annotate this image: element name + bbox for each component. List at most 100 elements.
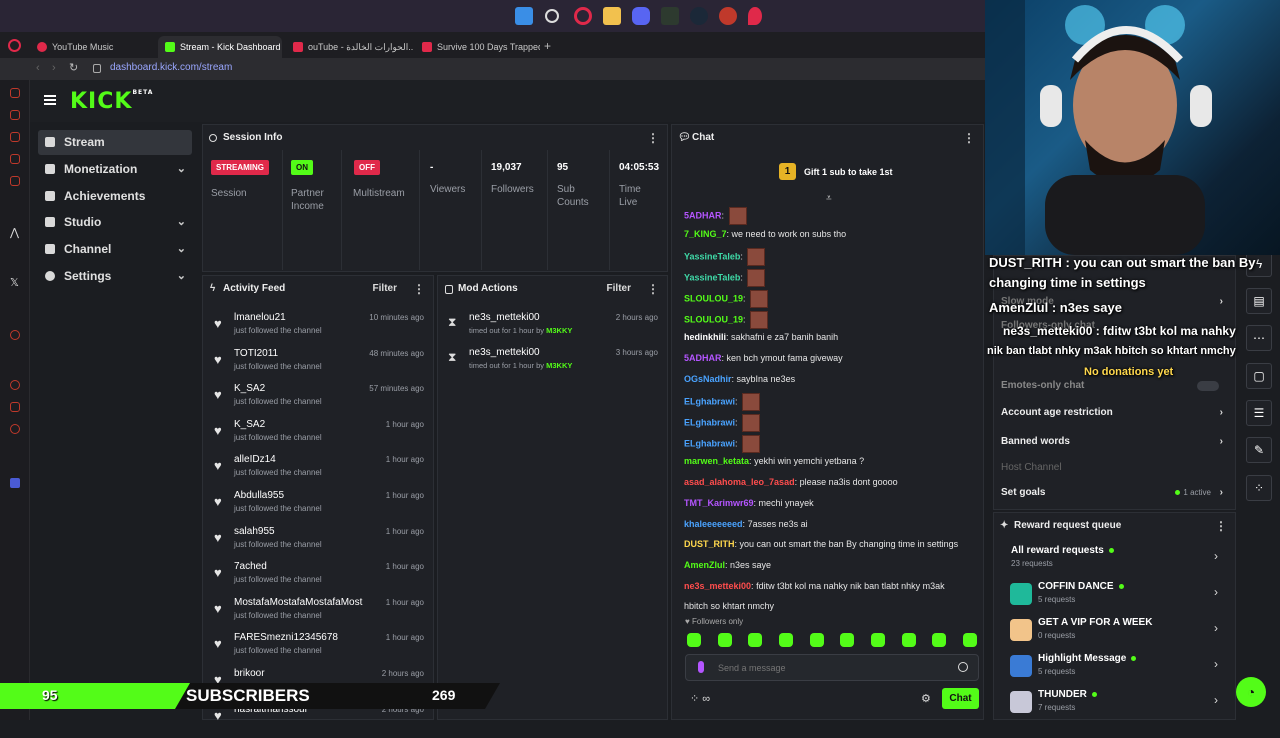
chat-username[interactable]: YassineTaleb <box>684 252 740 262</box>
x-icon[interactable]: 𝕏 <box>10 276 19 289</box>
follower-name[interactable]: K_SA2 <box>234 383 265 394</box>
sidebar-tool-icon[interactable]: ▤ <box>1246 288 1272 314</box>
emote-icon[interactable] <box>902 633 916 647</box>
chat-username[interactable]: ELghabrawi <box>684 397 735 407</box>
follower-name[interactable]: FARESmezni12345678 <box>234 632 338 643</box>
emote-icon[interactable] <box>687 633 701 647</box>
chat-message-input[interactable] <box>718 659 948 676</box>
reward-item[interactable]: COFFIN DANCE 5 requests › <box>1010 579 1224 613</box>
chat-username[interactable]: AmenZlul <box>684 560 725 570</box>
sidebar-app-icon[interactable] <box>10 88 20 98</box>
chat-username[interactable]: 7_KING_7 <box>684 229 727 239</box>
more-options-icon[interactable]: ⋮ <box>647 125 659 151</box>
set-goals-row[interactable]: Set goals 1 active › <box>1001 487 1227 498</box>
new-tab-button[interactable]: + <box>544 39 551 53</box>
moderated-user[interactable]: ne3s_metteki00 <box>469 312 540 323</box>
opera-menu-icon[interactable] <box>8 39 21 52</box>
chat-settings-icon[interactable]: ⚙ <box>921 692 931 705</box>
chat-points-icon[interactable]: ⁘ ∞ <box>690 692 710 705</box>
chat-username[interactable]: DUST_RITH <box>684 539 735 549</box>
mod-filter-button[interactable]: Filter <box>607 276 631 302</box>
tab-youtube-music[interactable]: YouTube Music <box>30 36 155 58</box>
sidebar-tool-icon[interactable]: ⋯ <box>1246 325 1272 351</box>
more-options-icon[interactable]: ⋮ <box>647 276 659 302</box>
follower-name[interactable]: 7ached <box>234 561 267 572</box>
reward-item[interactable]: GET A VIP FOR A WEEK 0 requests › <box>1010 615 1224 649</box>
emote-icon[interactable] <box>810 633 824 647</box>
chat-username[interactable]: 5ADHAR <box>684 353 722 363</box>
list-item[interactable]: ♥ Abdulla955 just followed the channel 1 ho… <box>210 488 430 524</box>
chat-username[interactable]: khaleeeeeeed <box>684 519 743 529</box>
list-item[interactable]: ♥ K_SA2 just followed the channel 1 hour ag… <box>210 417 430 453</box>
reload-icon[interactable]: ↻ <box>69 61 78 74</box>
wrench-icon[interactable]: ✎ <box>1246 437 1272 463</box>
sidebar-app-icon[interactable] <box>10 154 20 164</box>
follower-name[interactable]: lmanelou21 <box>234 312 286 323</box>
back-icon[interactable]: ‹ <box>36 62 40 74</box>
nav-monetization[interactable]: Monetization ⌄ <box>38 157 192 182</box>
chat-username[interactable]: ELghabrawi <box>684 438 735 448</box>
emote-icon[interactable] <box>963 633 977 647</box>
tab-survive-video[interactable]: Survive 100 Days Trapped <box>415 36 540 58</box>
chat-username[interactable]: ELghabrawi <box>684 417 735 427</box>
chat-username[interactable]: marwen_ketata <box>684 456 749 466</box>
banned-words-row[interactable]: Banned words › <box>1001 436 1227 447</box>
terminal-icon[interactable] <box>661 7 679 25</box>
list-item[interactable]: ♥ lmanelou21 just followed the channel 10 m… <box>210 310 430 346</box>
more-options-icon[interactable]: ⋮ <box>1215 513 1227 539</box>
sidebar-app-icon[interactable] <box>10 402 20 412</box>
activity-filter-button[interactable]: Filter <box>373 276 397 302</box>
folder-icon[interactable] <box>603 7 621 25</box>
url-text[interactable]: dashboard.kick.com/stream <box>110 62 232 73</box>
emotes-only-row[interactable]: Emotes-only chat <box>1001 380 1227 391</box>
sidebar-app-icon[interactable] <box>10 176 20 186</box>
sidebar-tool-icon[interactable]: ▢ <box>1246 363 1272 389</box>
sidebar-tool-icon[interactable]: ⁘ <box>1246 475 1272 501</box>
nav-stream[interactable]: Stream <box>38 130 192 155</box>
emotes-only-toggle[interactable] <box>1197 381 1219 391</box>
sidebar-app-icon[interactable] <box>10 330 20 340</box>
list-item[interactable]: ♥ K_SA2 just followed the channel 57 minute… <box>210 381 430 417</box>
follower-name[interactable]: Abdulla955 <box>234 490 284 501</box>
chat-username[interactable]: TMT_Karimwr69 <box>684 498 754 508</box>
nav-settings[interactable]: Settings ⌄ <box>38 264 192 289</box>
chat-input-box[interactable] <box>685 654 979 681</box>
host-channel-row[interactable]: Host Channel <box>1001 462 1227 473</box>
follower-name[interactable]: MostafaMostafaMostafaMost <box>234 597 362 608</box>
search-icon[interactable] <box>545 9 559 23</box>
sidebar-app-icon[interactable] <box>10 132 20 142</box>
list-item[interactable]: ♥ FARESmezni12345678 just followed the cha… <box>210 630 430 666</box>
list-item[interactable]: ⧗ ne3s_metteki00 timed out for 1 hour by M… <box>444 345 664 381</box>
steam-icon[interactable] <box>690 7 708 25</box>
support-headset-icon[interactable]: ◔ <box>1236 677 1266 707</box>
sidebar-app-icon[interactable] <box>10 110 20 120</box>
list-item[interactable]: ⧗ ne3s_metteki00 timed out for 1 hour by M… <box>444 310 664 346</box>
emote-icon[interactable] <box>718 633 732 647</box>
emote-icon[interactable] <box>779 633 793 647</box>
list-item[interactable]: ♥ alleIDz14 just followed the channel 1 hou… <box>210 452 430 488</box>
chat-username[interactable]: asad_alahoma_leo_7asad <box>684 477 795 487</box>
nav-studio[interactable]: Studio ⌄ <box>38 210 192 235</box>
emote-icon[interactable] <box>871 633 885 647</box>
account-age-row[interactable]: Account age restriction › <box>1001 407 1227 418</box>
list-item[interactable]: ♥ salah955 just followed the channel 1 hour… <box>210 524 430 560</box>
more-options-icon[interactable]: ⋮ <box>963 125 975 151</box>
chat-username[interactable]: OGsNadhir <box>684 374 732 384</box>
chat-username[interactable]: SLOULOU_19 <box>684 293 743 303</box>
settings-icon[interactable] <box>10 424 20 434</box>
follower-name[interactable]: salah955 <box>234 526 275 537</box>
chat-username[interactable]: 5ADHAR <box>684 210 722 220</box>
chat-username[interactable]: YassineTaleb <box>684 272 740 282</box>
nav-achievements[interactable]: Achievements <box>38 184 192 209</box>
sidebar-app-icon[interactable]: ⋀ <box>10 226 19 239</box>
chat-username[interactable]: SLOULOU_19 <box>684 314 743 324</box>
gift-sub-text[interactable]: Gift 1 sub to take 1st <box>804 167 893 177</box>
chat-send-button[interactable]: Chat <box>942 688 979 709</box>
sidebar-tool-icon[interactable]: ☰ <box>1246 400 1272 426</box>
vpn-icon[interactable] <box>10 478 20 488</box>
emoji-icon[interactable] <box>958 662 968 672</box>
microphone-icon[interactable] <box>698 661 704 673</box>
reward-item[interactable]: All reward requests 23 requests › <box>1010 543 1224 577</box>
follower-name[interactable]: brikoor <box>234 668 265 679</box>
follower-name[interactable]: TOTI2011 <box>234 348 278 359</box>
